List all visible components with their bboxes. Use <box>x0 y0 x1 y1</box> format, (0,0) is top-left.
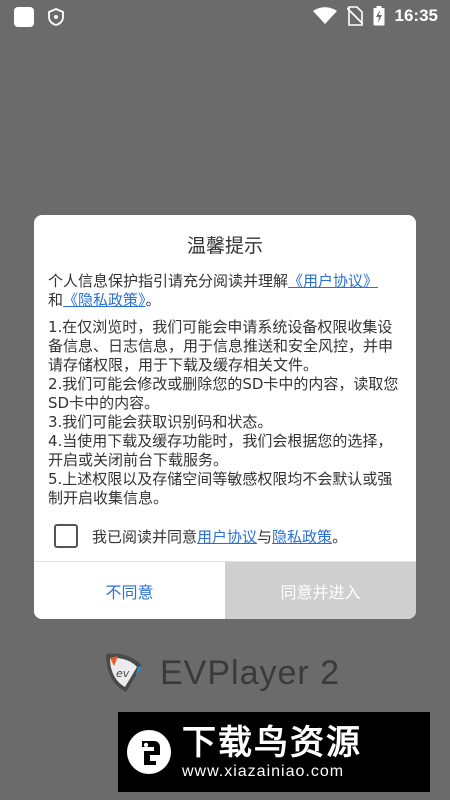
dialog-title: 温馨提示 <box>186 235 263 257</box>
intro-suffix: 。 <box>145 291 161 309</box>
agree-privacy-policy-link[interactable]: 隐私政策 <box>272 526 332 547</box>
watermark-url: www.xiazainiao.com <box>182 763 345 780</box>
watermark-banner: 下载鸟资源 www.xiazainiao.com <box>118 712 430 792</box>
evplayer-logo-icon: ev <box>106 653 142 692</box>
no-sim-icon <box>346 6 363 26</box>
accept-button[interactable]: 同意并进入 <box>225 562 416 619</box>
point-4: 4.当使用下载及缓存功能时，我们会根据您的选择，开启或关闭前台下载服务。 <box>48 432 393 469</box>
agree-text: 我已阅读并同意 <box>92 527 198 546</box>
agree-user-agreement-link[interactable]: 用户协议 <box>197 526 257 547</box>
app-name: EVPlayer 2 <box>160 653 341 692</box>
point-3: 3.我们可能会获取识别码和状态。 <box>48 413 273 431</box>
agree-and: 与 <box>257 527 273 546</box>
agree-checkbox[interactable] <box>54 524 78 548</box>
logo-mark-text: ev <box>116 667 130 680</box>
intro-paragraph: 个人信息保护指引请充分阅读并理解《用户协议》和《隐私政策》。 <box>48 272 402 310</box>
clock: 16:35 <box>394 6 438 25</box>
privacy-policy-link[interactable]: 《隐私政策》 <box>63 291 146 309</box>
privacy-dialog: 温馨提示 个人信息保护指引请充分阅读并理解《用户协议》 和《隐私政策》。 1.在仅… <box>34 215 416 619</box>
intro-text: 个人信息保护指引请充分阅读并理解 <box>48 272 289 290</box>
point-1: 1.在仅浏览时，我们可能会申请系统设备权限收集设备信息、日志信息，用于信息推送和… <box>48 318 394 374</box>
agree-suffix: 。 <box>332 527 348 546</box>
dialog-body: 个人信息保护指引请充分阅读并理解《用户协议》和《隐私政策》。 1.在仅浏览时，我… <box>48 272 402 508</box>
point-2: 2.我们可能会修改或删除您的SD卡中的内容，读取您SD卡中的内容。 <box>48 375 399 412</box>
agree-row[interactable]: 我已阅读并同意 用户协议与隐私政策。 <box>54 524 347 548</box>
wifi-icon <box>312 7 337 24</box>
app-logo: ev EVPlayer 2 <box>100 650 340 696</box>
status-bar: 16:35 <box>0 0 450 36</box>
point-5: 5.上述权限以及存储空间等敏感权限均不会默认或强制开启收集信息。 <box>48 470 393 507</box>
battery-charging-icon <box>373 6 385 26</box>
app-icon <box>14 7 34 27</box>
watermark-title: 下载鸟资源 <box>182 723 362 763</box>
user-agreement-link[interactable]: 《用户协议》 <box>288 272 378 290</box>
shield-icon <box>48 8 64 26</box>
bird-icon <box>127 730 171 774</box>
disagree-button[interactable]: 不同意 <box>34 562 225 619</box>
intro-and: 和 <box>48 291 64 309</box>
dialog-buttons: 不同意 同意并进入 <box>34 561 416 619</box>
